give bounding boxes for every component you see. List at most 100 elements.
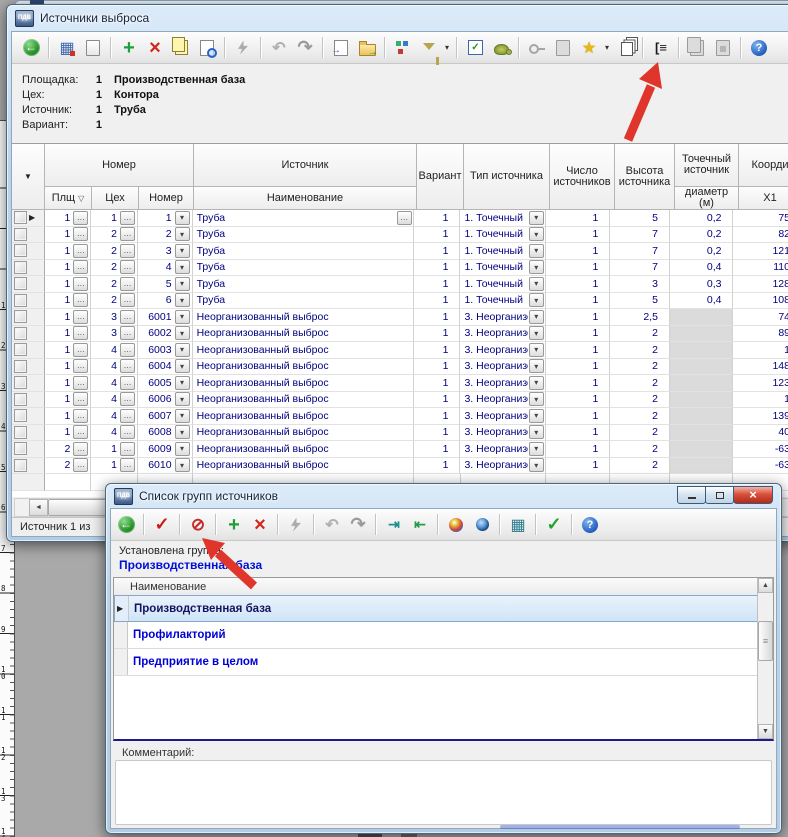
cell-diametr[interactable]: 0,2 (670, 243, 734, 260)
row-selector-cell[interactable] (12, 359, 45, 376)
cell-variant[interactable]: 1 (414, 392, 461, 409)
cell-name[interactable]: Неорганизованный выброс (193, 309, 414, 326)
cell-tseh[interactable]: 4 (91, 425, 138, 442)
cardview-button[interactable] (54, 35, 80, 60)
dropdown-button[interactable] (529, 326, 544, 340)
cell-x1[interactable]: 110 (733, 260, 788, 277)
dropdown-button[interactable] (529, 425, 544, 439)
dropdown-button[interactable] (175, 409, 190, 423)
column-group-nomer[interactable]: Номер (45, 144, 194, 187)
cell-vysota[interactable]: 5 (610, 210, 670, 227)
ellipsis-button[interactable] (73, 425, 88, 439)
cell-vysota[interactable]: 2,5 (610, 309, 670, 326)
table-row[interactable]: 1 4 6004 Неорганизованный выброс 1 3. Не… (12, 359, 788, 376)
column-header-chislo[interactable]: Число источников (550, 144, 615, 210)
row-selector-cell[interactable] (12, 441, 45, 458)
row-selector-cell[interactable] (12, 342, 45, 359)
cell-tseh[interactable]: 4 (91, 375, 138, 392)
table-row[interactable]: 1 3 6002 Неорганизованный выброс 1 3. Не… (12, 326, 788, 343)
cell-vysota[interactable]: 3 (610, 276, 670, 293)
row-selector-cell[interactable] (12, 375, 45, 392)
dropdown-button[interactable] (529, 458, 544, 472)
table-row[interactable]: 1 4 6008 Неорганизованный выброс 1 3. Не… (12, 425, 788, 442)
cell-name[interactable]: Труба (193, 276, 414, 293)
ellipsis-button[interactable] (73, 227, 88, 241)
group-list-item[interactable]: Профилакторий (114, 622, 758, 649)
row-checkbox[interactable] (14, 228, 27, 241)
dropdown-button[interactable] (529, 310, 544, 324)
cell-nomer[interactable]: 6006 (138, 392, 193, 409)
cell-tip[interactable]: 3. Неорганизо (460, 359, 545, 376)
cell-tseh[interactable]: 4 (91, 408, 138, 425)
ellipsis-button[interactable] (120, 293, 135, 307)
row-selector-cell[interactable] (12, 293, 45, 310)
cell-vysota[interactable]: 2 (610, 375, 670, 392)
cell-tip[interactable]: 3. Неорганизо (460, 458, 545, 475)
row-selector-cell[interactable] (12, 210, 45, 227)
cell-diametr[interactable] (670, 392, 734, 409)
movein-button[interactable] (381, 512, 407, 537)
cell-plsh[interactable]: 1 (45, 425, 92, 442)
cell-vysota[interactable]: 2 (610, 425, 670, 442)
cell-x1[interactable]: 82 (733, 227, 788, 244)
ellipsis-button[interactable] (73, 293, 88, 307)
dropdown-button[interactable] (529, 211, 544, 225)
sphere-button[interactable] (443, 512, 469, 537)
cell-plsh[interactable]: 1 (45, 293, 92, 310)
cell-tip[interactable]: 1. Точечный (460, 227, 545, 244)
page-button[interactable] (80, 35, 106, 60)
block-button[interactable] (185, 512, 211, 537)
filter-button[interactable] (416, 35, 442, 60)
cell-name[interactable]: Труба (193, 227, 414, 244)
cell-nomer[interactable]: 6003 (138, 342, 193, 359)
ellipsis-button[interactable] (73, 376, 88, 390)
cell-name[interactable]: Неорганизованный выброс (193, 458, 414, 475)
back-button[interactable] (113, 512, 139, 537)
cell-x1[interactable]: -63 (733, 441, 788, 458)
cell-nomer[interactable]: 6002 (138, 326, 193, 343)
cell-chislo[interactable]: 1 (546, 326, 611, 343)
cell-tip[interactable]: 3. Неорганизо (460, 441, 545, 458)
cell-plsh[interactable]: 1 (45, 227, 92, 244)
table-row[interactable]: 1 2 2 Труба 1 1. Точечный 1 7 0,2 82 (12, 227, 788, 244)
sortsquares-button[interactable] (390, 35, 416, 60)
cell-tip[interactable]: 3. Неорганизо (460, 342, 545, 359)
help-button[interactable] (746, 35, 772, 60)
cell-plsh[interactable]: 1 (45, 260, 92, 277)
cell-plsh[interactable]: 1 (45, 243, 92, 260)
cell-plsh[interactable]: 1 (45, 392, 92, 409)
delete-button[interactable] (247, 512, 273, 537)
turtle-button[interactable] (488, 35, 514, 60)
dropdown-button[interactable] (175, 244, 190, 258)
cell-name[interactable]: Неорганизованный выброс (193, 408, 414, 425)
cell-plsh[interactable]: 1 (45, 276, 92, 293)
table-row[interactable]: 1 1 1 Труба 1 1. Точечный 1 5 0,2 75 (12, 210, 788, 227)
cell-tip[interactable]: 1. Точечный (460, 260, 545, 277)
cell-tseh[interactable]: 2 (91, 260, 138, 277)
cell-diametr[interactable]: 0,4 (670, 293, 734, 310)
tablecheck-button[interactable] (462, 35, 488, 60)
scrollbar-thumb[interactable] (758, 621, 773, 661)
cell-x1[interactable]: 108 (733, 293, 788, 310)
cell-chislo[interactable]: 1 (546, 375, 611, 392)
row-checkbox[interactable] (14, 360, 27, 373)
column-header-diametr[interactable]: диаметр (м) (675, 187, 739, 210)
cell-tip[interactable]: 1. Точечный (460, 210, 545, 227)
table-row[interactable]: 1 2 4 Труба 1 1. Точечный 1 7 0,4 110 (12, 260, 788, 277)
select-all-header[interactable]: ▼ (12, 144, 45, 210)
cell-vysota[interactable]: 2 (610, 359, 670, 376)
row-selector-cell[interactable] (12, 425, 45, 442)
undo-button[interactable] (266, 35, 292, 60)
cell-name[interactable]: Неорганизованный выброс (193, 359, 414, 376)
column-header-tseh[interactable]: Цех (92, 187, 139, 210)
cell-diametr[interactable] (670, 359, 734, 376)
cell-diametr[interactable]: 0,2 (670, 210, 734, 227)
cell-plsh[interactable]: 1 (45, 326, 92, 343)
table-row[interactable]: 1 2 3 Труба 1 1. Точечный 1 7 0,2 121 (12, 243, 788, 260)
cell-variant[interactable]: 1 (414, 276, 461, 293)
ellipsis-button[interactable] (73, 409, 88, 423)
cell-diametr[interactable] (670, 375, 734, 392)
row-selector-cell[interactable] (12, 326, 45, 343)
cell-chislo[interactable]: 1 (546, 293, 611, 310)
cell-tip[interactable]: 3. Неорганизо (460, 309, 545, 326)
